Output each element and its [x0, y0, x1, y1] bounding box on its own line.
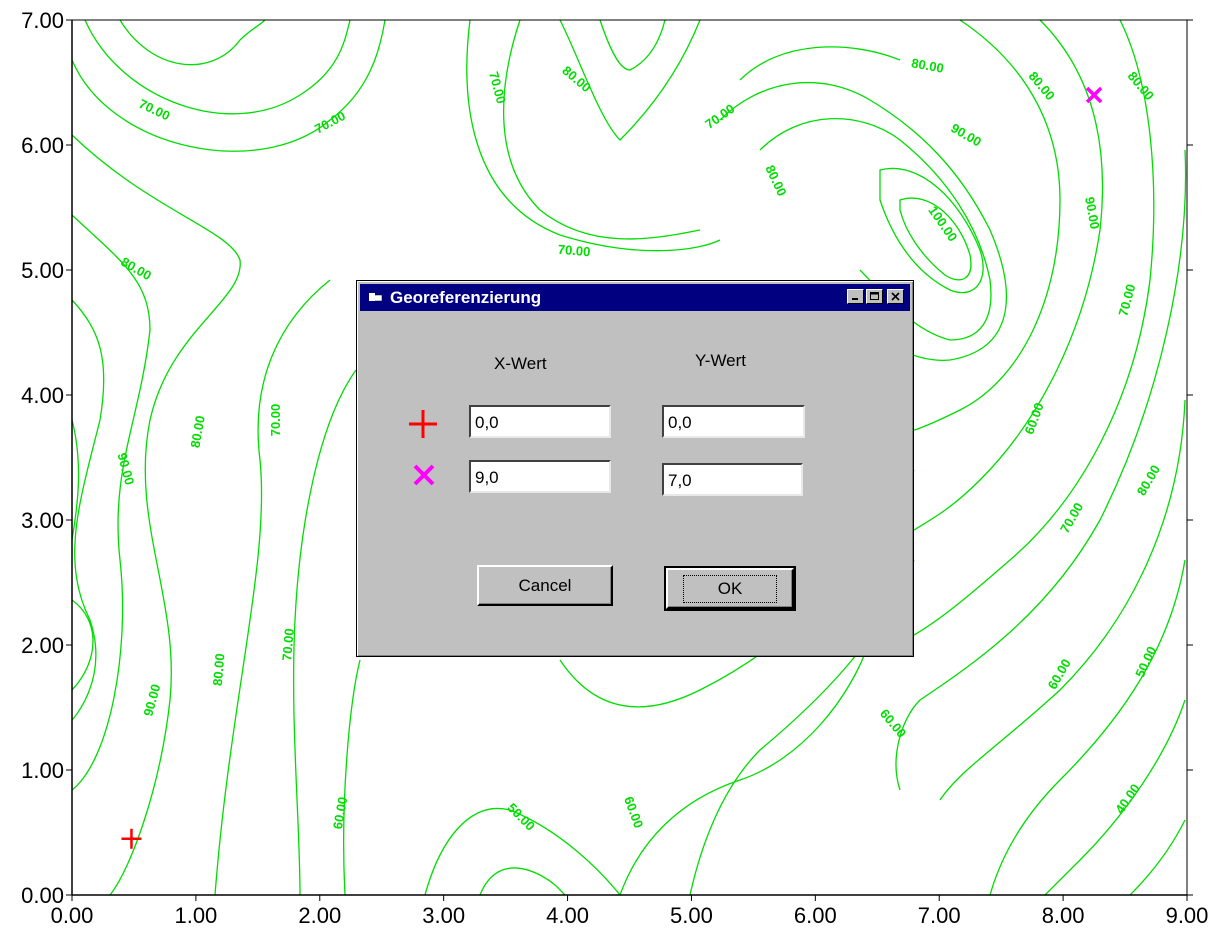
contour-label: 70.00 — [279, 628, 297, 662]
contour-label: 80.00 — [1134, 462, 1163, 498]
app-icon — [369, 292, 383, 301]
contour-label: 90.00 — [1082, 196, 1102, 231]
contour-label: 70.00 — [268, 404, 283, 437]
contour-label: 90.00 — [114, 451, 137, 486]
maximize-button[interactable] — [866, 289, 883, 304]
y-value-header: Y-Wert — [695, 351, 747, 370]
contour-label: 80.00 — [762, 163, 789, 199]
contour-label: 50.00 — [504, 800, 538, 834]
close-icon — [891, 292, 900, 301]
contour-label: 90.00 — [140, 682, 163, 717]
x-tick-label: 1.00 — [174, 903, 217, 928]
x-tick-label: 5.00 — [670, 903, 713, 928]
y-tick-label: 4.00 — [21, 383, 64, 408]
x-tick-label: 3.00 — [422, 903, 465, 928]
contour-label: 70.00 — [312, 108, 348, 137]
contour-label: 40.00 — [1112, 781, 1143, 816]
cancel-button[interactable]: Cancel — [477, 565, 613, 606]
contour-label: 80.00 — [1026, 69, 1058, 104]
contour-label: 60.00 — [330, 796, 350, 831]
contour-label: 70.00 — [486, 70, 509, 105]
contour-label: 70.00 — [1115, 282, 1138, 317]
contour-label: 60.00 — [1045, 656, 1074, 692]
contour-label: 80.00 — [187, 414, 207, 449]
contour-label: 70.00 — [702, 101, 737, 132]
close-button[interactable] — [887, 289, 904, 304]
row1-x-field[interactable]: 0,0 — [469, 405, 611, 438]
georeferenzierung-dialog: Georeferenzierung X-Wert Y-Wert 0,0 0,0 … — [356, 280, 914, 657]
x-tick-label: 9.00 — [1166, 903, 1209, 928]
contour-label: 60.00 — [621, 794, 646, 830]
x-tick-label: 8.00 — [1042, 903, 1085, 928]
row2-y-field[interactable]: 7,0 — [662, 463, 803, 496]
contour-label: 80.00 — [118, 254, 154, 283]
plus-marker[interactable] — [121, 828, 142, 849]
x-tick-label: 7.00 — [918, 903, 961, 928]
ok-button[interactable]: OK — [664, 566, 796, 611]
x-tick-label: 2.00 — [298, 903, 341, 928]
y-tick-label: 1.00 — [21, 758, 64, 783]
dialog-title: Georeferenzierung — [390, 287, 542, 307]
plus-marker-icon — [409, 410, 437, 438]
x-value-header: X-Wert — [494, 354, 547, 373]
y-tick-label: 7.00 — [21, 8, 64, 33]
x-tick-label: 4.00 — [546, 903, 589, 928]
row1-y-field[interactable]: 0,0 — [662, 405, 805, 438]
contour-label: 60.00 — [1021, 401, 1046, 437]
contour-label: 50.00 — [1132, 644, 1159, 680]
ok-button-label: OK — [682, 574, 778, 603]
x-tick-label: 6.00 — [794, 903, 837, 928]
y-tick-label: 5.00 — [21, 258, 64, 283]
contour-label: 80.00 — [910, 55, 945, 75]
y-tick-label: 3.00 — [21, 508, 64, 533]
maximize-icon — [870, 292, 879, 300]
dialog-titlebar[interactable]: Georeferenzierung — [360, 284, 910, 311]
minimize-button[interactable] — [847, 289, 864, 304]
x-axis-ticks: 0.00 1.00 2.00 3.00 4.00 5.00 6.00 7.00 8.00 9.00 — [51, 895, 1209, 928]
contour-label: 80.00 — [559, 63, 594, 95]
cancel-button-label: Cancel — [518, 575, 572, 595]
y-tick-label: 2.00 — [21, 633, 64, 658]
contour-label: 80.00 — [210, 653, 228, 687]
contour-label: 70.00 — [557, 242, 591, 260]
y-tick-label: 6.00 — [21, 133, 64, 158]
y-tick-label: 0.00 — [21, 883, 64, 908]
minimize-icon — [852, 298, 858, 300]
cross-marker-icon — [413, 464, 435, 486]
contour-label: 90.00 — [948, 120, 984, 149]
contour-label: 80.00 — [1125, 69, 1157, 104]
cross-marker[interactable] — [1085, 86, 1103, 104]
row2-x-field[interactable]: 9,0 — [469, 460, 611, 493]
